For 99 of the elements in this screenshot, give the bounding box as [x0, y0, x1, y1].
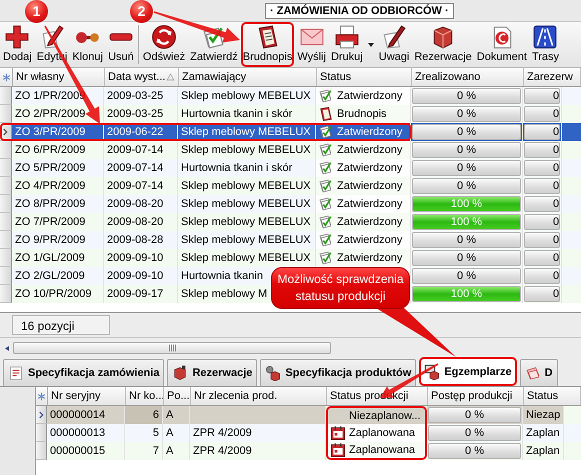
refresh-icon [151, 24, 177, 50]
sort-icon [166, 73, 175, 81]
toolbar-button[interactable]: Odśwież [140, 22, 188, 67]
tab[interactable]: Egzemplarze [419, 357, 517, 386]
row-count: 16 pozycji [12, 315, 110, 335]
progress-text: 0 % [465, 408, 484, 422]
progress-text: 0 [553, 216, 560, 228]
column-header[interactable]: Postęp produkcji [428, 387, 524, 405]
progress-text: 0 [553, 180, 560, 192]
table-cell: Zaplan [523, 442, 564, 460]
progress-text: 0 % [457, 234, 476, 246]
progress-text: 0 % [457, 90, 476, 102]
scrollbar-thumb[interactable] [13, 342, 331, 354]
status-text: Zaplanowana [349, 443, 416, 458]
scroll-left-icon[interactable] [4, 344, 10, 352]
progress-text: 0 % [457, 108, 476, 120]
toolbar-button[interactable]: Rezerwacje [412, 22, 474, 67]
column-header[interactable]: Nr seryjny [48, 387, 126, 405]
toolbar-button[interactable]: Brudnopis [240, 22, 294, 67]
tab[interactable]: D [520, 359, 558, 386]
grip-icon [168, 344, 176, 352]
box-icon [172, 365, 188, 381]
table-cell: 000000014 [47, 406, 125, 424]
progress-text: 0 [553, 108, 560, 120]
toolbar-button[interactable]: Dokument [474, 22, 529, 67]
papers-icon [524, 365, 541, 381]
status-text: Zatwierdzony [337, 197, 402, 212]
status-text: Zatwierdzony [337, 143, 402, 158]
status-text: Brudnopis [337, 107, 387, 122]
progress-text: 0 [553, 162, 560, 174]
progress-text: 0 % [457, 144, 476, 156]
status-text: Zatwierdzony [337, 161, 402, 176]
toolbar-button[interactable]: Dodaj [1, 22, 34, 67]
table-cell: 7 [125, 442, 163, 460]
row-header[interactable] [36, 406, 47, 424]
table-cell: ZO 10/PR/2009 [12, 285, 104, 303]
column-header[interactable]: Status [317, 68, 412, 86]
table-cell: 000000015 [47, 442, 125, 460]
column-header[interactable]: Data wyst... [105, 68, 179, 86]
table-cell: 2009-03-25 [104, 105, 178, 123]
row-pointer-icon [38, 410, 44, 420]
toolbar-button[interactable]: Drukuj [328, 22, 365, 67]
progress-text: 0 [553, 126, 560, 138]
tab[interactable]: Rezerwacje [167, 359, 258, 386]
toolbar-button[interactable]: Wyślij [295, 22, 328, 67]
table-cell: 6 [125, 406, 163, 424]
table-cell: 2009-09-17 [104, 285, 178, 303]
table-cell: Niezap [523, 406, 564, 424]
progress-text: 0 [553, 270, 560, 282]
progress-text: 0 [553, 252, 560, 264]
pen-icon [381, 24, 408, 50]
progress-text: 0 % [457, 162, 476, 174]
status-text: Niezaplanow... [349, 409, 421, 424]
column-header[interactable]: Po... [164, 387, 191, 405]
progress-text: 0 [553, 288, 560, 300]
row-pointer-icon [2, 126, 9, 136]
status-text: Zatwierdzony [337, 251, 402, 266]
caret-icon[interactable] [368, 42, 374, 46]
progress-text: 0 % [457, 180, 476, 192]
tab[interactable]: Specyfikacja zamówienia [3, 359, 164, 386]
status-text: Zatwierdzony [337, 125, 402, 140]
progress-text: 0 [553, 234, 560, 246]
progress-text: 0 % [465, 444, 484, 458]
progress-text: 100 % [450, 216, 482, 228]
column-header[interactable]: Zrealizowano [412, 68, 524, 86]
table-cell: A [163, 406, 190, 424]
column-header[interactable]: Nr zlecenia prod. [191, 387, 327, 405]
asterisk-icon [2, 72, 10, 82]
progress-text: 100 % [450, 288, 482, 300]
printer-icon [334, 24, 360, 50]
status-text: Zatwierdzony [337, 233, 402, 248]
progress-text: 0 % [465, 426, 484, 440]
asterisk-icon [37, 392, 46, 400]
gears-box-icon [265, 365, 282, 381]
plus-icon [4, 24, 30, 50]
clipboard-icon [8, 365, 24, 381]
table-cell: A [163, 442, 190, 460]
toolbar-button[interactable]: Klonuj [70, 22, 105, 67]
progress-text: 0 % [457, 252, 476, 264]
notebook-icon [318, 106, 334, 122]
progress-text: 100 % [450, 198, 482, 210]
column-header[interactable]: Zamawiający [179, 68, 317, 86]
progress-text: 0 [553, 198, 560, 210]
progress-text: 0 [553, 144, 560, 156]
status-text: Zatwierdzony [337, 179, 402, 194]
toolbar-button[interactable]: Usuń [106, 22, 136, 67]
tab[interactable]: Specyfikacja produktów [260, 359, 416, 386]
progress-text: 0 % [457, 270, 476, 282]
window-title: · ZAMÓWIENIA OD ODBIORCÓW · [265, 2, 454, 18]
column-header[interactable]: Status [524, 387, 581, 405]
status-text: Zatwierdzony [337, 215, 402, 230]
status-text: Zaplanowana [349, 426, 416, 441]
status-text: Zatwierdzony [337, 89, 402, 104]
toolbar-button[interactable]: Trasy [530, 22, 562, 67]
progress-text: 0 [553, 90, 560, 102]
road-icon [532, 24, 558, 50]
toolbar-button[interactable]: Uwagi [376, 22, 412, 67]
progress-text: 0 % [457, 126, 476, 138]
column-header[interactable]: Zarezerw [524, 68, 581, 86]
